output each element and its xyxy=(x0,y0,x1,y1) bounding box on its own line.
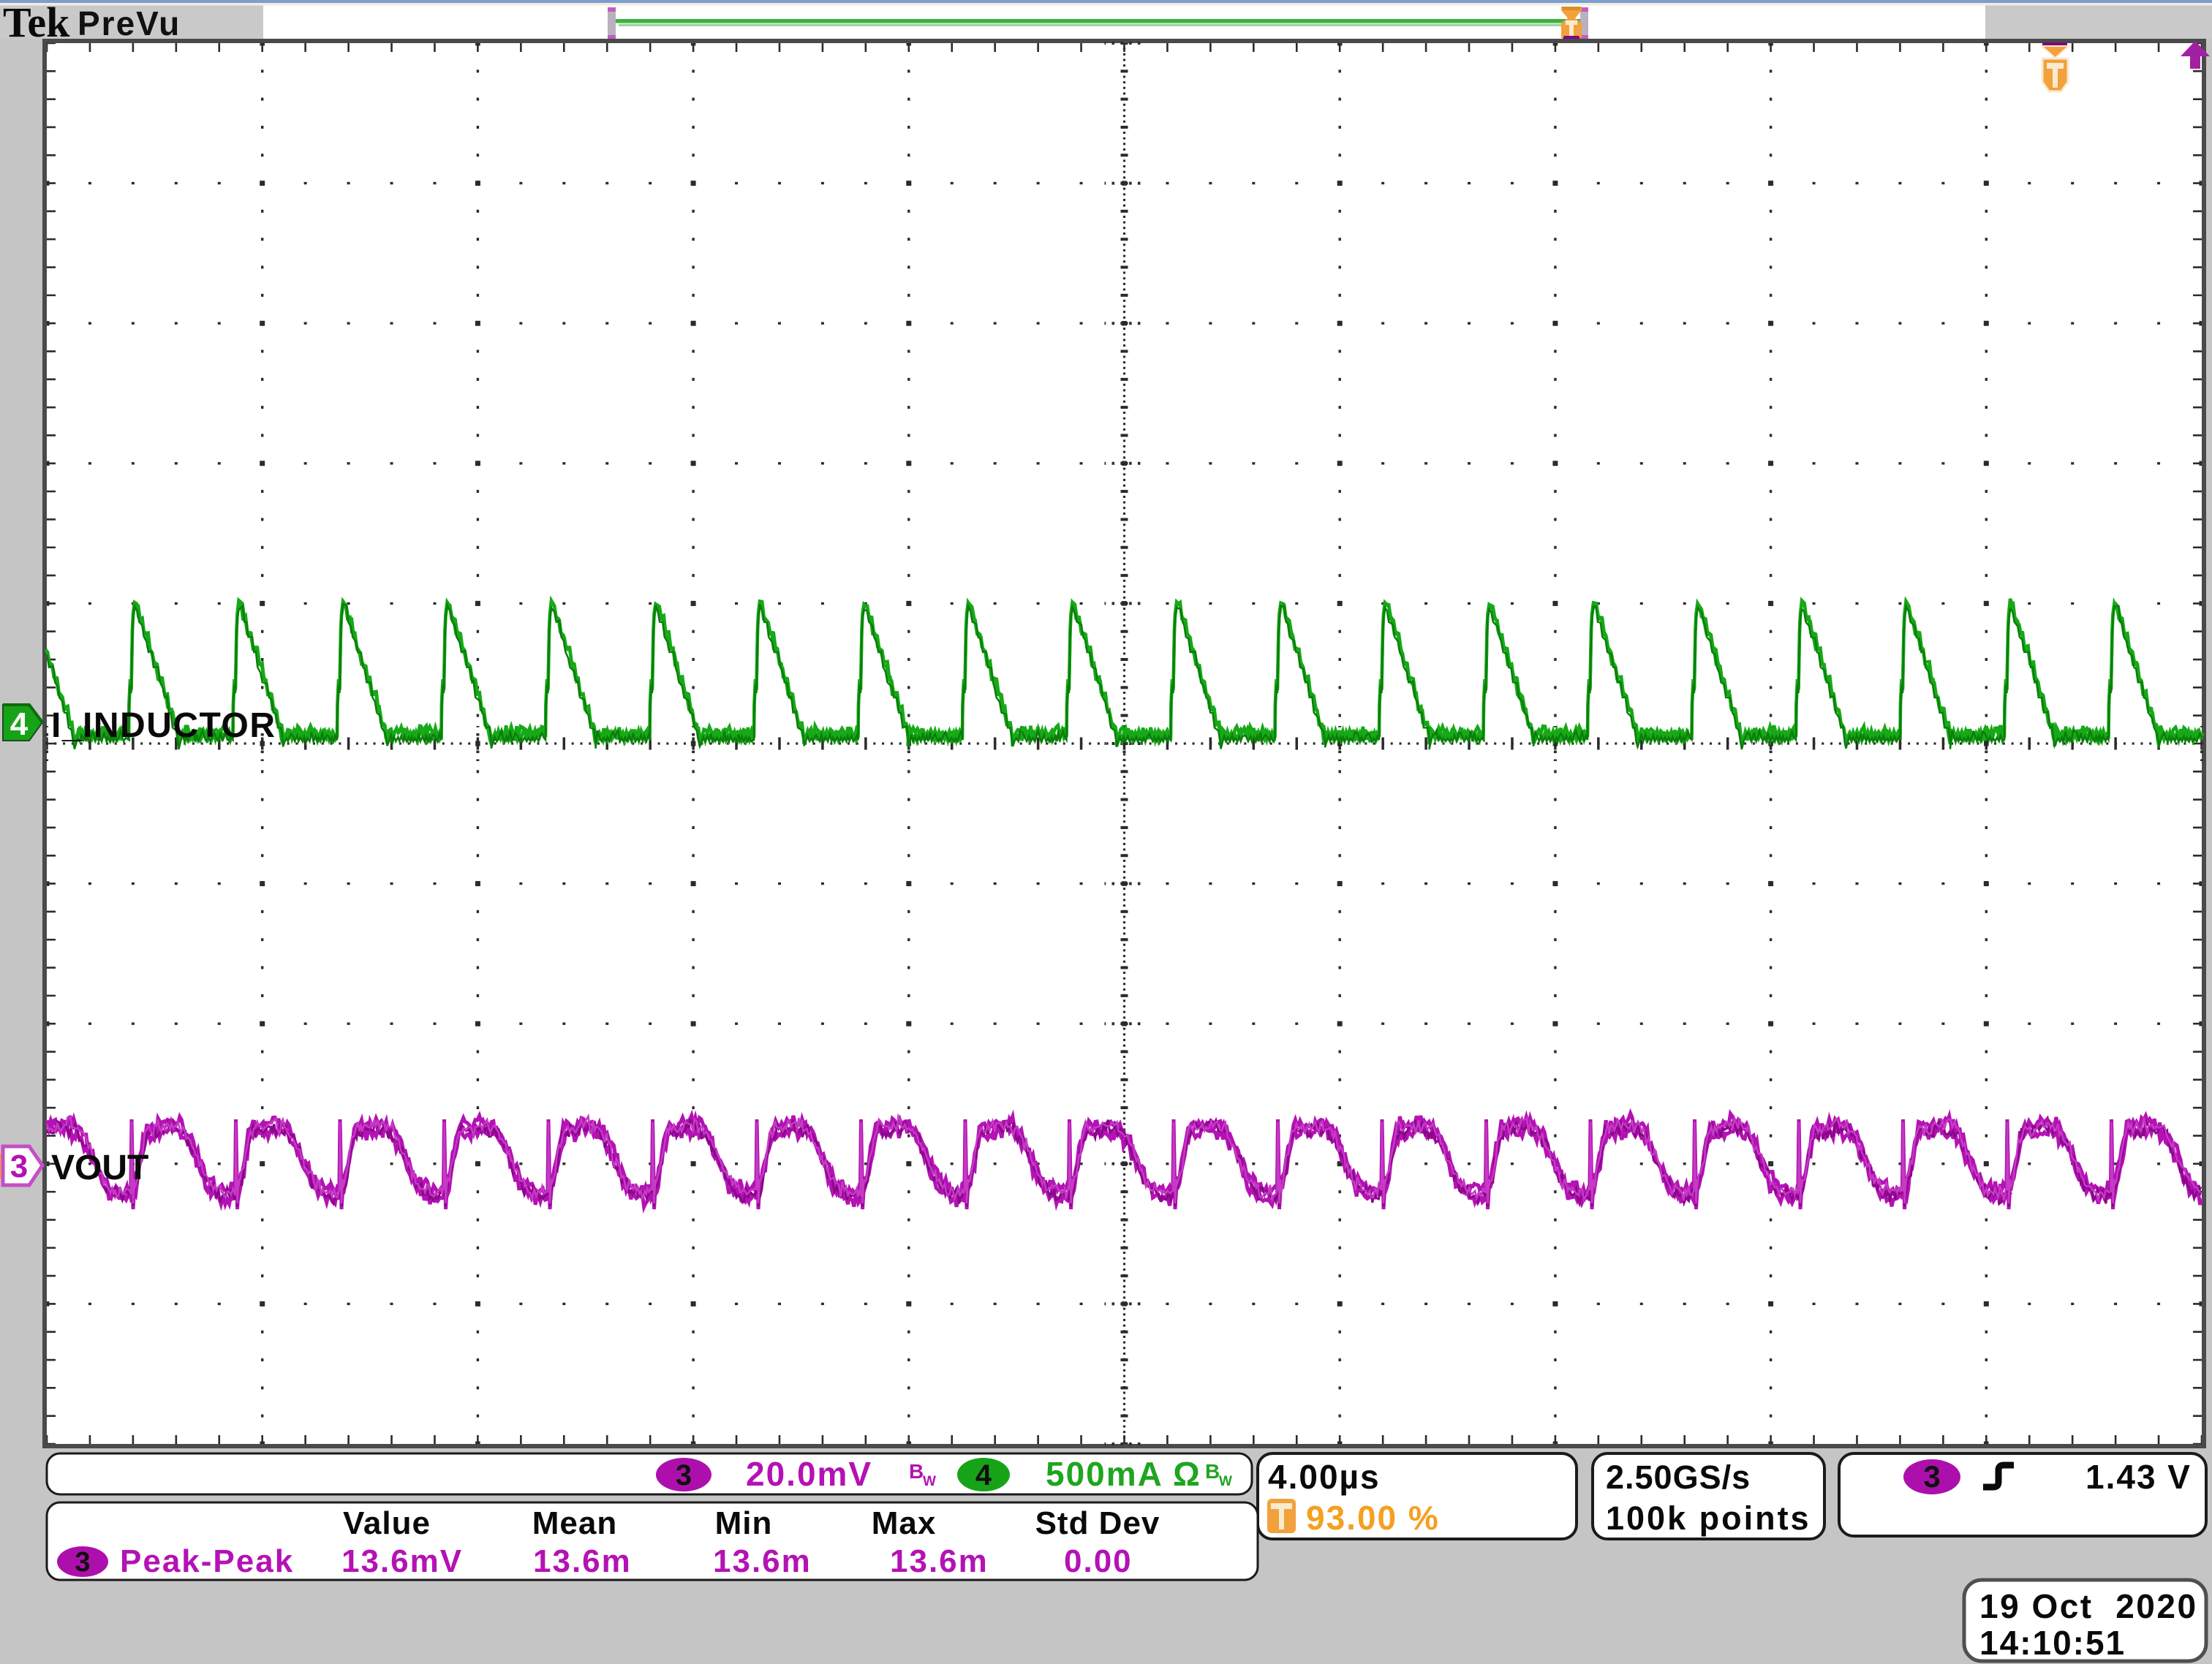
svg-text:3: 3 xyxy=(1923,1459,1940,1494)
svg-text:1.43 V: 1.43 V xyxy=(2085,1458,2192,1496)
svg-text:4: 4 xyxy=(10,706,29,742)
svg-text:4: 4 xyxy=(975,1459,992,1491)
svg-text:Std Dev: Std Dev xyxy=(1035,1505,1160,1541)
svg-text:14:10:51: 14:10:51 xyxy=(1979,1624,2126,1662)
svg-text:0.00: 0.00 xyxy=(1064,1543,1133,1579)
svg-text:100k points: 100k points xyxy=(1606,1500,1811,1537)
svg-text:B: B xyxy=(909,1460,924,1483)
svg-text:19 Oct 2020: 19 Oct 2020 xyxy=(1979,1587,2198,1625)
svg-text:Min: Min xyxy=(715,1505,773,1541)
svg-text:B: B xyxy=(1205,1460,1220,1483)
svg-text:VOUT: VOUT xyxy=(51,1149,148,1187)
svg-text:3: 3 xyxy=(10,1149,28,1184)
svg-text:W: W xyxy=(1219,1474,1232,1489)
svg-text:PreVu: PreVu xyxy=(78,4,181,42)
svg-text:500mA Ω: 500mA Ω xyxy=(1046,1455,1201,1493)
svg-text:Mean: Mean xyxy=(532,1505,617,1541)
svg-text:2.50GS/s: 2.50GS/s xyxy=(1606,1459,1751,1496)
svg-text:13.6m: 13.6m xyxy=(890,1543,989,1579)
svg-text:Value: Value xyxy=(343,1505,431,1541)
svg-text:13.6m: 13.6m xyxy=(713,1543,812,1579)
svg-text:W: W xyxy=(923,1474,936,1489)
svg-text:3: 3 xyxy=(676,1459,692,1491)
svg-text:13.6m: 13.6m xyxy=(533,1543,632,1579)
svg-text:4.00µs: 4.00µs xyxy=(1268,1458,1381,1496)
svg-text:Max: Max xyxy=(872,1505,937,1541)
svg-text:I_INDUCTOR: I_INDUCTOR xyxy=(51,706,276,745)
svg-text:3: 3 xyxy=(75,1547,90,1578)
svg-text:13.6mV: 13.6mV xyxy=(341,1543,463,1579)
svg-text:93.00 %: 93.00 % xyxy=(1306,1499,1440,1537)
svg-text:20.0mV: 20.0mV xyxy=(746,1455,872,1493)
svg-text:Peak-Peak: Peak-Peak xyxy=(120,1543,294,1579)
